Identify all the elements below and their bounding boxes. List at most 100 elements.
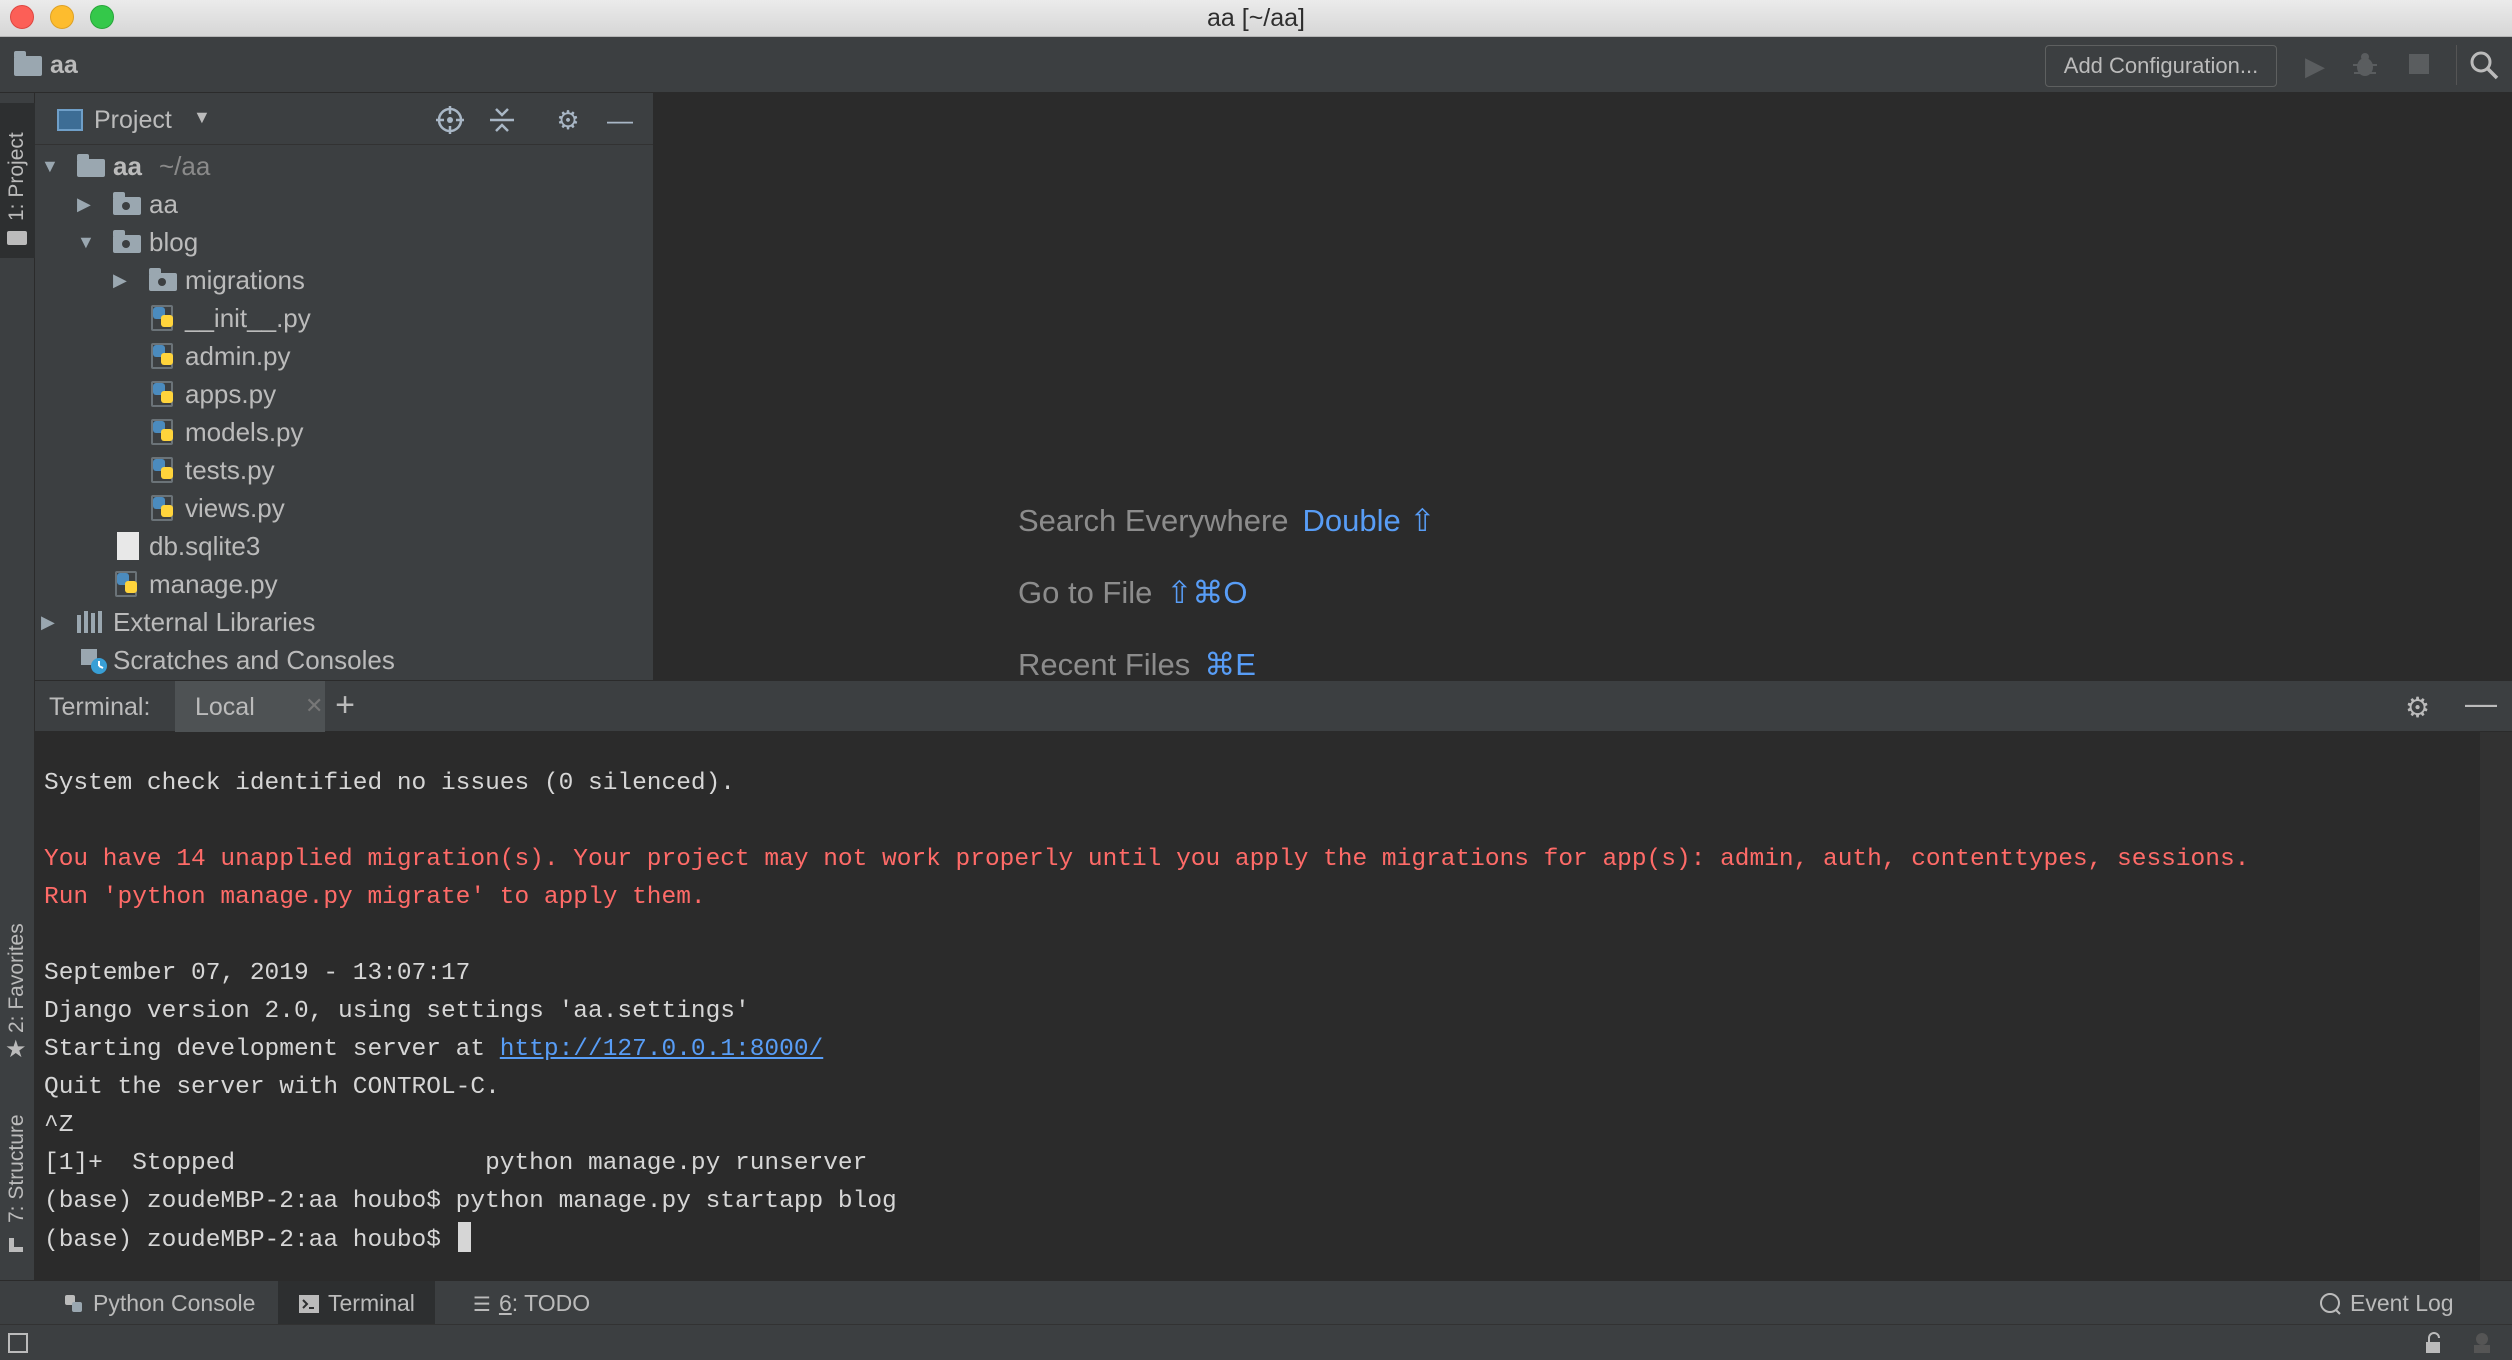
star-icon: ★ xyxy=(5,1036,27,1063)
terminal-line: [1]+ Stopped python manage.py runserver xyxy=(44,1150,868,1177)
event-log-icon xyxy=(2318,1283,2342,1327)
search-icon[interactable] xyxy=(2468,49,2500,81)
tree-row-migrations[interactable]: ▶ migrations xyxy=(35,261,653,299)
tool-tab-favorites[interactable]: 2: Favorites ★ xyxy=(0,903,35,1063)
tree-root-label: aa xyxy=(113,151,142,181)
todo-button[interactable]: ☰ 6: TODO xyxy=(465,1281,598,1325)
chevron-right-icon[interactable]: ▶ xyxy=(113,263,133,297)
terminal-line: System check identified no issues (0 sil… xyxy=(44,770,736,797)
tree-item-label: __init__.py xyxy=(185,303,311,333)
tree-item-label: manage.py xyxy=(149,569,278,599)
project-panel-header: Project ▼ ⚙ — xyxy=(35,93,653,145)
stop-icon[interactable] xyxy=(2404,51,2434,81)
terminal-line: Quit the server with CONTROL-C. xyxy=(44,1074,500,1101)
python-console-icon xyxy=(63,1283,85,1327)
hint-recent-files: Recent Files ⌘E xyxy=(1018,647,1256,680)
close-icon[interactable]: ✕ xyxy=(305,693,323,719)
hint-label: Recent Files xyxy=(1018,647,1191,680)
tree-item-label: tests.py xyxy=(185,455,275,485)
collapse-all-icon[interactable] xyxy=(487,105,517,135)
hint-go-to-file: Go to File ⇧⌘O xyxy=(1018,575,1247,611)
todo-number: 6 xyxy=(498,1290,512,1316)
lock-icon[interactable] xyxy=(2422,1331,2446,1360)
hide-panel-icon[interactable]: — xyxy=(2465,685,2497,722)
event-log-button[interactable]: Event Log xyxy=(2310,1281,2462,1325)
terminal-tab-local[interactable]: Local ✕ xyxy=(175,681,325,733)
python-file-icon xyxy=(151,381,177,407)
inspector-icon[interactable] xyxy=(2470,1331,2494,1360)
hide-panel-icon[interactable]: — xyxy=(605,105,635,135)
tool-window-bar: Python Console Terminal ☰ 6: TODO Event L… xyxy=(0,1280,2512,1325)
tree-row-file[interactable]: manage.py xyxy=(35,565,653,603)
python-file-icon xyxy=(151,305,177,331)
terminal-line: (base) zoudeMBP-2:aa houbo$ python manag… xyxy=(44,1188,897,1215)
tree-row-scratches[interactable]: Scratches and Consoles xyxy=(35,641,653,679)
terminal-prompt-line[interactable]: (base) zoudeMBP-2:aa houbo$ xyxy=(44,1222,471,1258)
package-folder-icon xyxy=(113,192,141,215)
terminal-header: Terminal: Local ✕ + ⚙ — xyxy=(35,680,2512,733)
terminal-line: September 07, 2019 - 13:07:17 xyxy=(44,960,471,987)
terminal-button[interactable]: Terminal xyxy=(278,1281,435,1325)
chevron-right-icon[interactable]: ▶ xyxy=(41,605,61,639)
python-console-label: Python Console xyxy=(93,1290,256,1316)
chevron-down-icon[interactable]: ▼ xyxy=(41,149,61,183)
breadcrumb-project[interactable]: aa xyxy=(50,51,78,80)
tree-item-label: External Libraries xyxy=(113,607,316,637)
gear-icon[interactable]: ⚙ xyxy=(553,105,583,135)
tree-row-file[interactable]: apps.py xyxy=(35,375,653,413)
python-file-icon xyxy=(151,457,177,483)
toggle-tool-windows-icon[interactable] xyxy=(8,1333,28,1353)
tool-tab-favorites-label: 2: Favorites xyxy=(5,923,28,1033)
navigation-bar: aa Add Configuration... ▶ xyxy=(0,37,2512,93)
tree-item-label: apps.py xyxy=(185,379,277,409)
locate-icon[interactable] xyxy=(435,105,465,135)
add-configuration-button[interactable]: Add Configuration... xyxy=(2045,45,2277,87)
hint-shortcut: ⇧⌘O xyxy=(1166,575,1248,610)
tree-row-file[interactable]: admin.py xyxy=(35,337,653,375)
terminal-output[interactable]: System check identified no issues (0 sil… xyxy=(35,732,2512,1280)
hint-search-everywhere: Search Everywhere Double ⇧ xyxy=(1018,503,1435,539)
tool-tab-project[interactable]: 1: Project xyxy=(0,103,35,258)
tree-item-label: blog xyxy=(149,227,199,257)
new-terminal-button[interactable]: + xyxy=(325,685,365,725)
terminal-line: ^Z xyxy=(44,1112,74,1139)
tree-row-blog[interactable]: ▼ blog xyxy=(35,223,653,261)
tree-row-root[interactable]: ▼ aa ~/aa xyxy=(35,147,653,185)
chevron-right-icon[interactable]: ▶ xyxy=(77,187,97,221)
tree-row-file[interactable]: models.py xyxy=(35,413,653,451)
gear-icon[interactable]: ⚙ xyxy=(2405,691,2430,724)
tree-row-file[interactable]: views.py xyxy=(35,489,653,527)
tree-row-file[interactable]: __init__.py xyxy=(35,299,653,337)
run-icon[interactable]: ▶ xyxy=(2300,51,2330,81)
terminal-prompt: (base) zoudeMBP-2:aa houbo$ xyxy=(44,1227,456,1254)
tree-item-label: views.py xyxy=(185,493,285,523)
tree-row-file[interactable]: db.sqlite3 xyxy=(35,527,653,565)
tool-tab-project-label: 1: Project xyxy=(5,132,28,221)
tree-row-aa[interactable]: ▶ aa xyxy=(35,185,653,223)
library-icon xyxy=(77,609,107,635)
hint-shortcut: Double ⇧ xyxy=(1302,503,1436,538)
terminal-line: Django version 2.0, using settings 'aa.s… xyxy=(44,998,750,1025)
chevron-down-icon[interactable]: ▼ xyxy=(77,225,97,259)
tree-row-file[interactable]: tests.py xyxy=(35,451,653,489)
status-bar xyxy=(0,1324,2512,1360)
left-tool-strip: 1: Project 2: Favorites ★ 7: Structure xyxy=(0,93,35,1280)
package-folder-icon xyxy=(149,268,177,291)
python-console-button[interactable]: Python Console xyxy=(55,1281,263,1325)
window-title: aa [~/aa] xyxy=(1207,4,1305,32)
terminal-scrollbar[interactable] xyxy=(2480,732,2512,1280)
terminal-line-error: Run 'python manage.py migrate' to apply … xyxy=(44,884,706,911)
folder-icon xyxy=(14,51,42,76)
tool-tab-structure[interactable]: 7: Structure xyxy=(0,1093,35,1273)
debug-icon[interactable] xyxy=(2350,51,2380,81)
scratches-icon xyxy=(79,647,109,674)
python-file-icon xyxy=(151,343,177,369)
event-log-label: Event Log xyxy=(2350,1290,2454,1316)
tree-row-external-libraries[interactable]: ▶ External Libraries xyxy=(35,603,653,641)
hint-shortcut: ⌘E xyxy=(1204,647,1256,680)
server-url-link[interactable]: http://127.0.0.1:8000/ xyxy=(500,1036,823,1063)
chevron-down-icon[interactable]: ▼ xyxy=(193,107,211,128)
project-view-title[interactable]: Project xyxy=(94,106,172,135)
tree-item-label: admin.py xyxy=(185,341,291,371)
python-file-icon xyxy=(115,571,141,597)
